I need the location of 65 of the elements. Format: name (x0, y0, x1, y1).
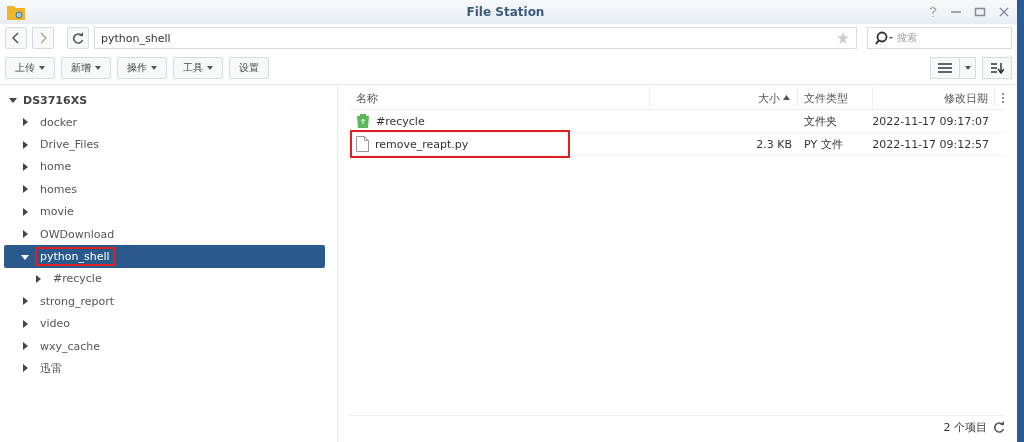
column-menu-icon[interactable] (1001, 92, 1005, 104)
folder-icon (6, 3, 26, 21)
chevron-left-icon (12, 32, 20, 44)
expand-icon[interactable] (21, 342, 29, 351)
maximize-icon (974, 6, 986, 18)
star-icon[interactable] (836, 31, 850, 45)
tree-item[interactable]: strong_report (4, 290, 325, 313)
column-header[interactable]: 修改日期 (873, 87, 995, 109)
column-header[interactable]: 文件类型 (798, 87, 873, 109)
list-icon (937, 62, 953, 74)
back-button[interactable] (5, 27, 27, 49)
help-icon (928, 6, 938, 18)
tree-item[interactable]: movie (4, 200, 325, 223)
toolbar-button[interactable]: 上传 (5, 57, 55, 79)
address-field[interactable]: python_shell (94, 27, 857, 49)
refresh-button[interactable] (67, 27, 89, 49)
window-title: File Station (465, 5, 546, 19)
chevron-right-icon (39, 32, 47, 44)
caret-icon (964, 66, 971, 70)
list-view-button[interactable] (930, 57, 960, 79)
expand-icon[interactable] (21, 118, 29, 127)
expand-icon[interactable] (21, 230, 29, 239)
refresh-icon (72, 32, 84, 44)
toolbar-button[interactable]: 新增 (61, 57, 111, 79)
toolbar-button[interactable]: 操作 (117, 57, 167, 79)
expand-icon[interactable] (21, 297, 29, 306)
file-type: PY 文件 (804, 136, 843, 152)
modified-date: 2022-11-17 09:17:07 (872, 114, 989, 128)
expand-icon[interactable] (21, 364, 29, 373)
column-header[interactable]: 大小 (650, 87, 798, 109)
file-type: 文件夹 (804, 113, 837, 129)
tree-item[interactable]: 迅雷 (4, 357, 325, 380)
recycle-bin-icon (356, 113, 370, 129)
refresh-icon[interactable] (993, 421, 1005, 433)
toolbar-button[interactable]: 设置 (229, 57, 269, 79)
tree-item[interactable]: #recycle (4, 267, 325, 291)
file-name[interactable]: #recycle (376, 114, 425, 128)
tree-item[interactable]: OWDownload (4, 222, 325, 246)
expand-icon[interactable] (21, 185, 29, 194)
view-menu-button[interactable] (960, 57, 976, 79)
toolbar-button[interactable]: 工具 (173, 57, 223, 79)
tree-item[interactable]: Drive_Files (4, 133, 325, 156)
expand-icon[interactable] (34, 274, 42, 283)
expand-icon[interactable] (21, 252, 29, 261)
tree-item[interactable]: video (4, 312, 325, 335)
tree-item[interactable]: wxy_cache (4, 334, 325, 358)
item-count: 2 个项目 (943, 419, 987, 435)
modified-date: 2022-11-17 09:12:57 (872, 137, 989, 151)
tree-item[interactable]: docker (4, 111, 325, 134)
file-size: 2.3 KB (756, 137, 792, 151)
expand-icon[interactable] (21, 207, 29, 216)
tree-root[interactable]: DS3716XS (23, 93, 88, 107)
search-icon (874, 31, 894, 45)
expand-icon[interactable] (21, 162, 29, 171)
close-icon (998, 6, 1010, 18)
tree-item[interactable]: home (4, 155, 325, 179)
column-header[interactable]: 名称 (350, 87, 650, 109)
sort-button[interactable] (982, 57, 1012, 79)
tree-item[interactable]: homes (4, 178, 325, 201)
tree-item[interactable]: python_shell (4, 245, 325, 268)
expand-icon[interactable] (21, 319, 29, 328)
expand-icon[interactable] (9, 96, 17, 104)
file-icon (356, 136, 369, 152)
sort-icon (990, 62, 1004, 74)
expand-icon[interactable] (21, 140, 29, 149)
